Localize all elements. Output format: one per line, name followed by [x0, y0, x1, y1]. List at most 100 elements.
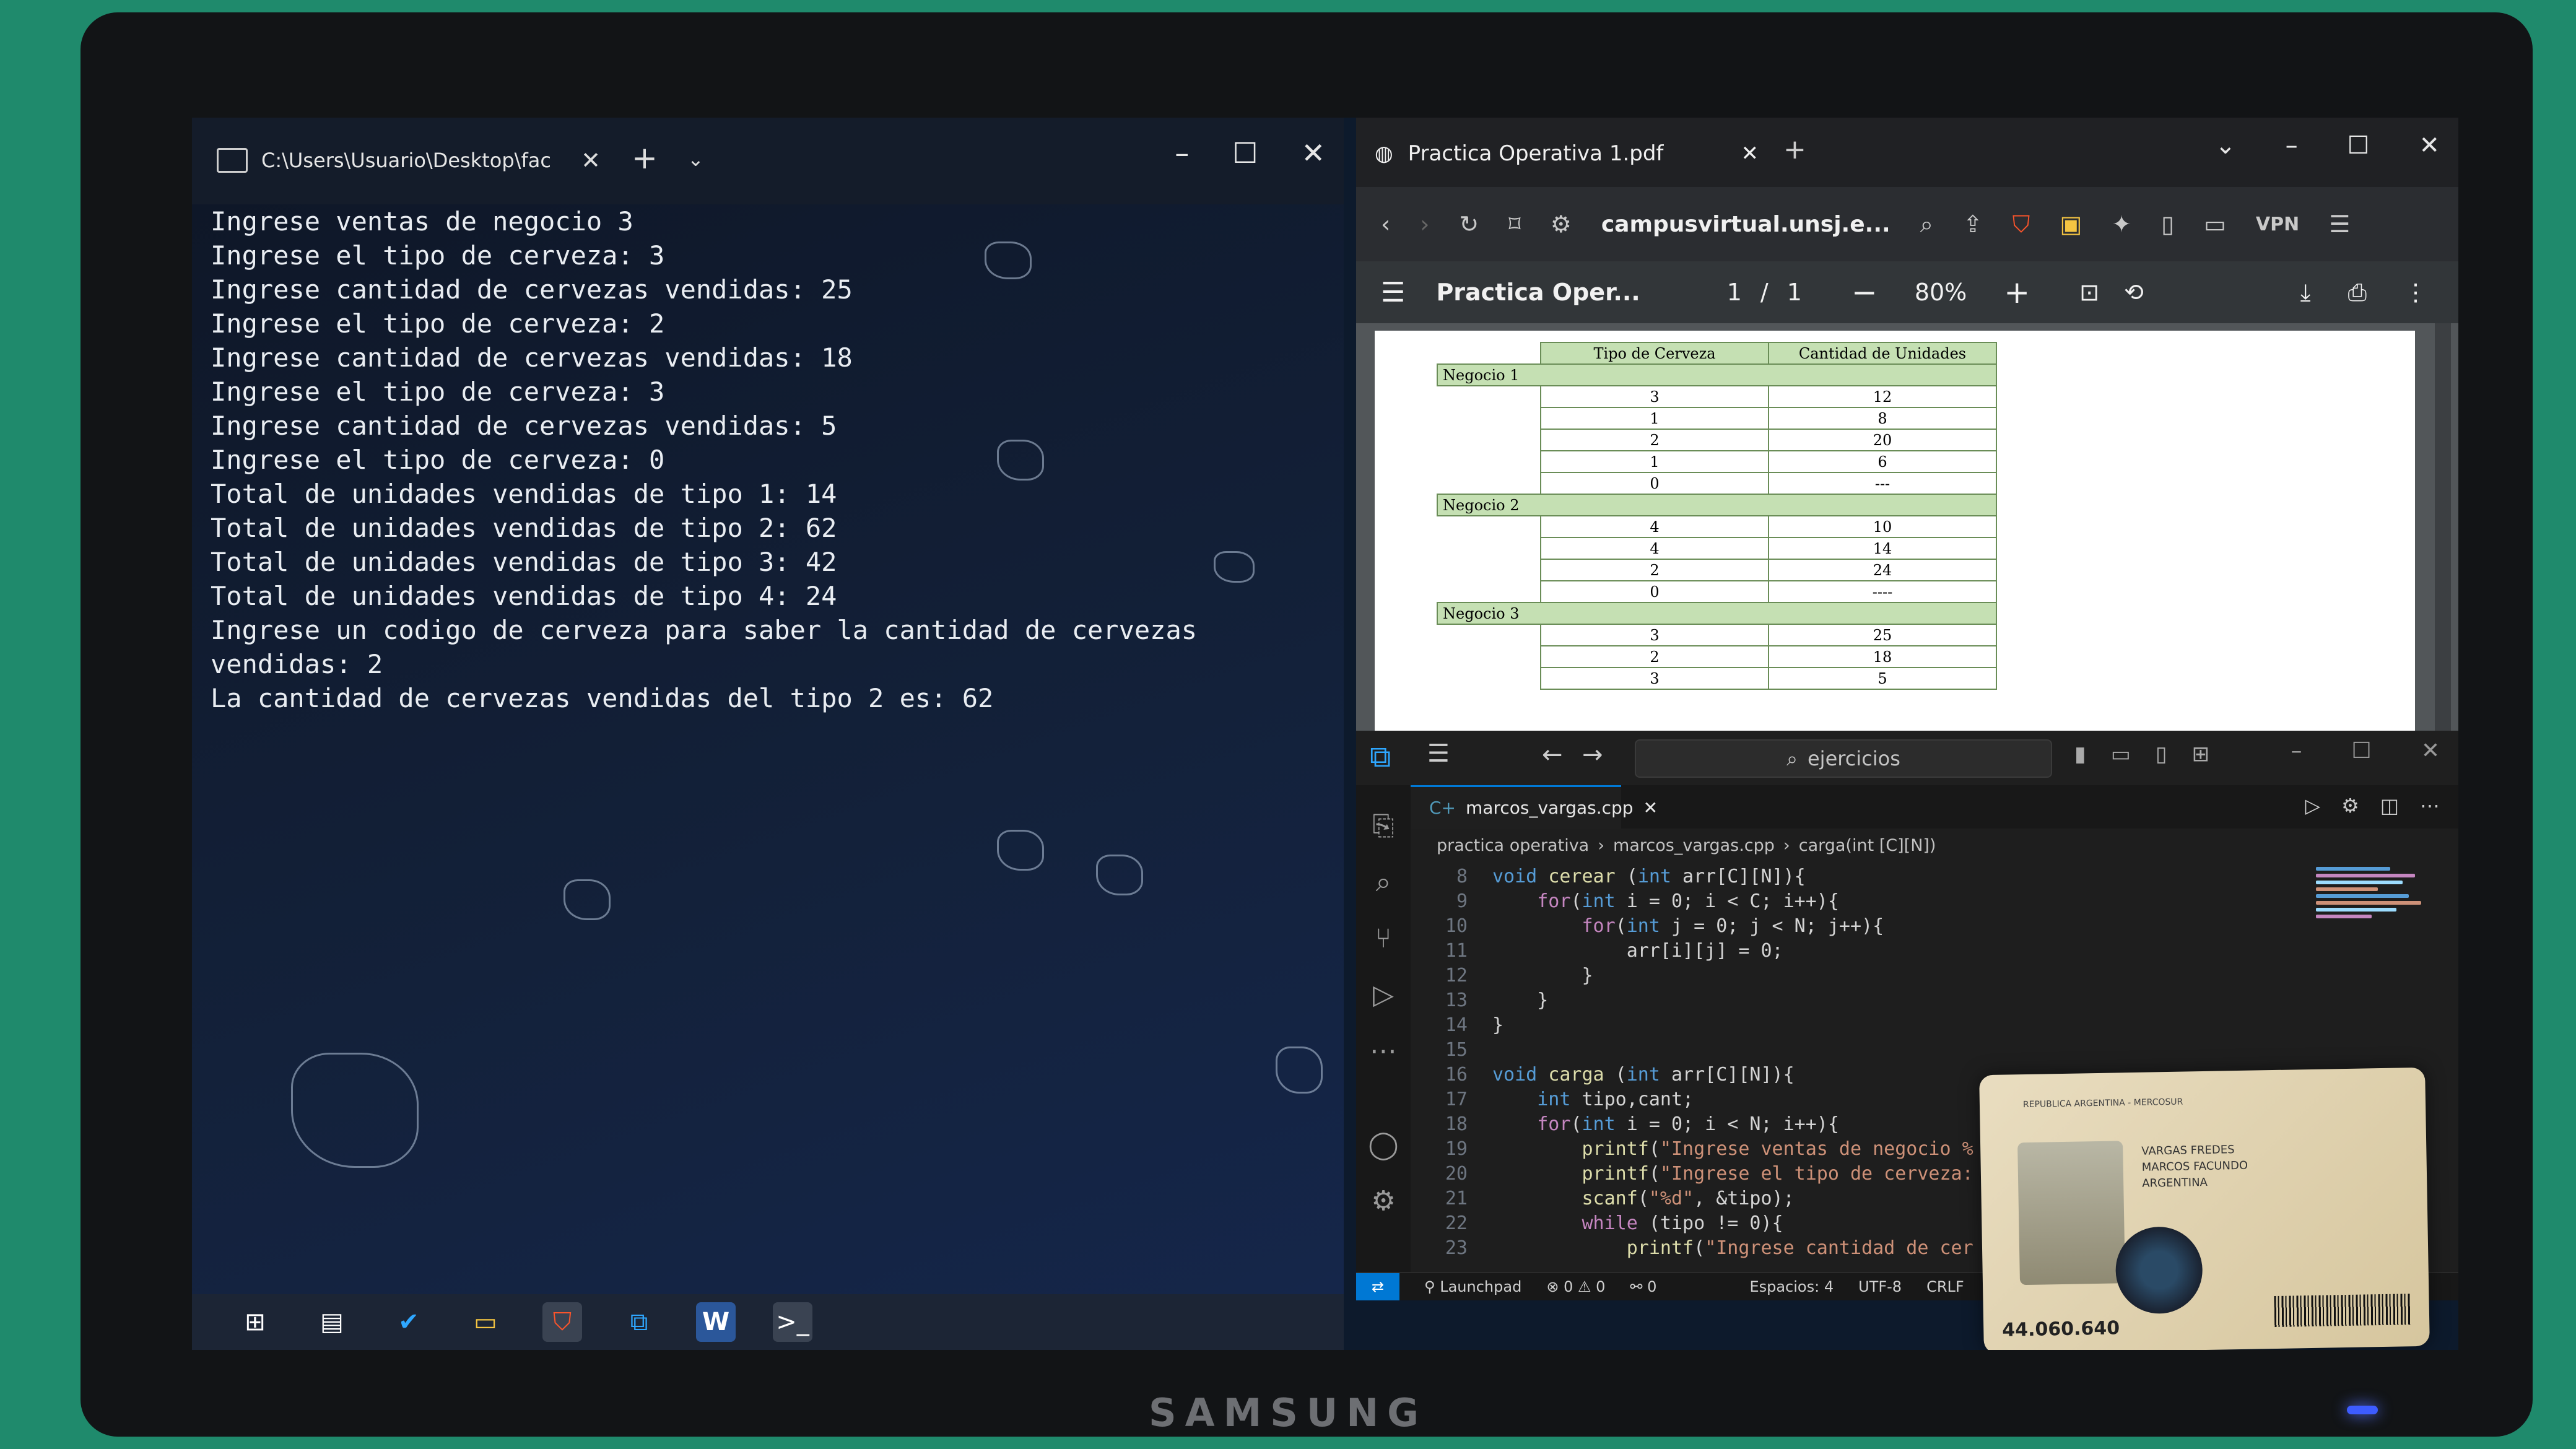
close-window-button[interactable]: ✕ — [2419, 131, 2440, 160]
row-spacer — [1437, 537, 1541, 559]
vpn-badge[interactable]: VPN — [2256, 214, 2299, 235]
code-text: void carga (int arr[C][N]){ — [1492, 1063, 1795, 1086]
code-line: 13 } — [1424, 988, 2297, 1012]
row-spacer — [1437, 646, 1541, 668]
checkmark-app-icon[interactable]: ✔ — [389, 1302, 429, 1342]
pdf-menu-icon[interactable]: ☰ — [1381, 277, 1405, 308]
launchpad-status[interactable]: ⚲ Launchpad — [1424, 1278, 1521, 1295]
customize-layout-icon[interactable]: ⊞ — [2192, 742, 2210, 767]
minimap-line — [2316, 874, 2415, 877]
menu-icon[interactable]: ☰ — [2329, 211, 2350, 238]
eol-status[interactable]: CRLF — [1926, 1278, 1964, 1295]
toggle-panel-icon[interactable]: ▭ — [2111, 742, 2131, 767]
browser-tab[interactable]: ◍ Practica Operativa 1.pdf ✕ — [1375, 129, 1759, 178]
ports-status[interactable]: ⚯ 0 — [1630, 1278, 1656, 1295]
forward-icon[interactable]: › — [1420, 211, 1429, 238]
terminal-line: vendidas: 2 — [211, 649, 383, 679]
print-icon[interactable]: ⎙ — [2348, 279, 2367, 307]
extension-icon[interactable]: ▣ — [2060, 211, 2082, 238]
address-bar[interactable]: campusvirtual.unsj.e... — [1601, 212, 1891, 237]
brave-shield-icon[interactable]: ⛉ — [2012, 211, 2030, 238]
bookmark-icon[interactable]: ⌑ — [1508, 211, 1521, 238]
settings-gear-icon[interactable]: ⚙ — [1371, 1185, 1395, 1217]
breadcrumb-item[interactable]: practica operativa — [1437, 836, 1589, 855]
new-tab-button[interactable]: + — [1783, 134, 1806, 165]
background-decoration — [291, 1053, 419, 1168]
terminal-tab[interactable]: C:\Users\Usuario\Desktop\fac ✕ — [217, 135, 601, 186]
remote-icon[interactable]: ⇄ — [1356, 1273, 1399, 1300]
search-icon[interactable]: ⌕ — [1376, 866, 1391, 898]
close-tab-icon[interactable]: ✕ — [1741, 141, 1759, 166]
editor-tab[interactable]: C+ marcos_vargas.cpp ✕ — [1411, 785, 1658, 829]
gear-icon[interactable]: ⚙ — [2341, 794, 2359, 817]
minimize-button[interactable]: – — [1175, 136, 1189, 170]
puzzle-icon[interactable]: ✦ — [2112, 211, 2131, 238]
word-icon[interactable]: W — [696, 1302, 736, 1342]
row-spacer — [1437, 451, 1541, 472]
back-icon[interactable]: ‹ — [1381, 211, 1390, 238]
zoom-in-button[interactable]: + — [2004, 274, 2030, 310]
chevron-down-icon[interactable]: ⌄ — [2215, 131, 2236, 160]
zoom-out-button[interactable]: − — [1852, 274, 1878, 310]
pdf-scrollbar[interactable] — [2435, 323, 2451, 731]
account-icon[interactable]: ◯ — [1368, 1129, 1398, 1160]
maximize-button[interactable]: ☐ — [1232, 136, 1258, 170]
pdf-page-current[interactable]: 1 — [1727, 279, 1742, 306]
code-text: printf("Ingrese el tipo de cerveza: — [1582, 1162, 1973, 1185]
terminal-window: C:\Users\Usuario\Desktop\fac ✕ + ⌄ – ☐ ✕… — [192, 118, 1344, 1294]
new-tab-button[interactable]: + — [632, 140, 658, 176]
explorer-icon[interactable]: ⎘ — [1372, 810, 1394, 842]
terminal-app-icon[interactable]: >_ — [773, 1302, 812, 1342]
close-tab-icon[interactable]: ✕ — [581, 147, 601, 174]
vscode-icon[interactable]: ⧉ — [619, 1302, 659, 1342]
source-control-icon[interactable]: ⑂ — [1375, 923, 1391, 954]
split-editor-icon[interactable]: ◫ — [2380, 794, 2399, 817]
encoding-status[interactable]: UTF-8 — [1858, 1278, 1902, 1295]
maximize-button[interactable]: ☐ — [2352, 738, 2372, 764]
windows-start-icon[interactable]: ⊞ — [235, 1302, 275, 1342]
forward-arrow-icon[interactable]: → — [1582, 741, 1603, 769]
brave-browser-icon[interactable]: ⛉ — [542, 1302, 582, 1342]
problems-status[interactable]: ⊗ 0 ⚠ 0 — [1546, 1278, 1605, 1295]
file-explorer-icon[interactable]: ▭ — [466, 1302, 505, 1342]
minimap-line — [2316, 908, 2396, 912]
download-icon[interactable]: ⤓ — [2300, 279, 2311, 307]
close-window-button[interactable]: ✕ — [1301, 136, 1325, 170]
site-settings-icon[interactable]: ⚙ — [1551, 211, 1572, 238]
breadcrumb-item[interactable]: marcos_vargas.cpp — [1613, 836, 1775, 855]
minimize-button[interactable]: – — [2291, 738, 2302, 764]
breadcrumb-item[interactable]: carga(int [C][N]) — [1799, 836, 1936, 855]
code-text: void cerear (int arr[C][N]){ — [1492, 865, 1806, 887]
line-number: 22 — [1445, 1212, 1468, 1234]
zoom-level[interactable]: 80% — [1915, 279, 1967, 306]
minimize-button[interactable]: – — [2286, 131, 2298, 160]
more-actions-icon[interactable]: ⋯ — [2420, 794, 2440, 817]
chevron-down-icon[interactable]: ⌄ — [687, 147, 704, 171]
zoom-search-icon[interactable]: ⌕ — [1920, 211, 1933, 238]
task-view-icon[interactable]: ▤ — [312, 1302, 352, 1342]
more-icon[interactable]: ⋯ — [1370, 1035, 1397, 1067]
line-number: 13 — [1445, 989, 1468, 1011]
rotate-icon[interactable]: ⟲ — [2124, 279, 2144, 306]
command-search[interactable]: ⌕ ejercicios — [1635, 739, 2052, 778]
toggle-sidebar-icon[interactable]: ▮ — [2074, 742, 2086, 767]
run-file-icon[interactable]: ▷ — [2305, 794, 2320, 817]
wallet-icon[interactable]: ▭ — [2204, 211, 2226, 238]
run-debug-icon[interactable]: ▷ — [1373, 979, 1394, 1011]
share-icon[interactable]: ⇪ — [1963, 211, 1983, 238]
toggle-secondary-sidebar-icon[interactable]: ▯ — [2156, 742, 2167, 767]
table-corner — [1437, 342, 1541, 364]
reload-icon[interactable]: ↻ — [1459, 211, 1479, 238]
power-led — [2347, 1406, 2378, 1414]
sidebar-icon[interactable]: ▯ — [2161, 211, 2174, 238]
menu-icon[interactable]: ☰ — [1427, 739, 1450, 768]
pdf-viewer[interactable]: Tipo de Cerveza Cantidad de Unidades Neg… — [1356, 323, 2458, 731]
close-tab-icon[interactable]: ✕ — [1643, 798, 1658, 818]
fit-page-icon[interactable]: ⊡ — [2079, 279, 2099, 306]
close-window-button[interactable]: ✕ — [2421, 738, 2440, 764]
id-given-name: MARCOS FACUNDO — [2141, 1159, 2248, 1174]
more-options-icon[interactable]: ⋮ — [2404, 279, 2427, 306]
back-arrow-icon[interactable]: ← — [1542, 741, 1563, 769]
indentation-status[interactable]: Espacios: 4 — [1749, 1278, 1834, 1295]
maximize-button[interactable]: ☐ — [2348, 131, 2370, 160]
